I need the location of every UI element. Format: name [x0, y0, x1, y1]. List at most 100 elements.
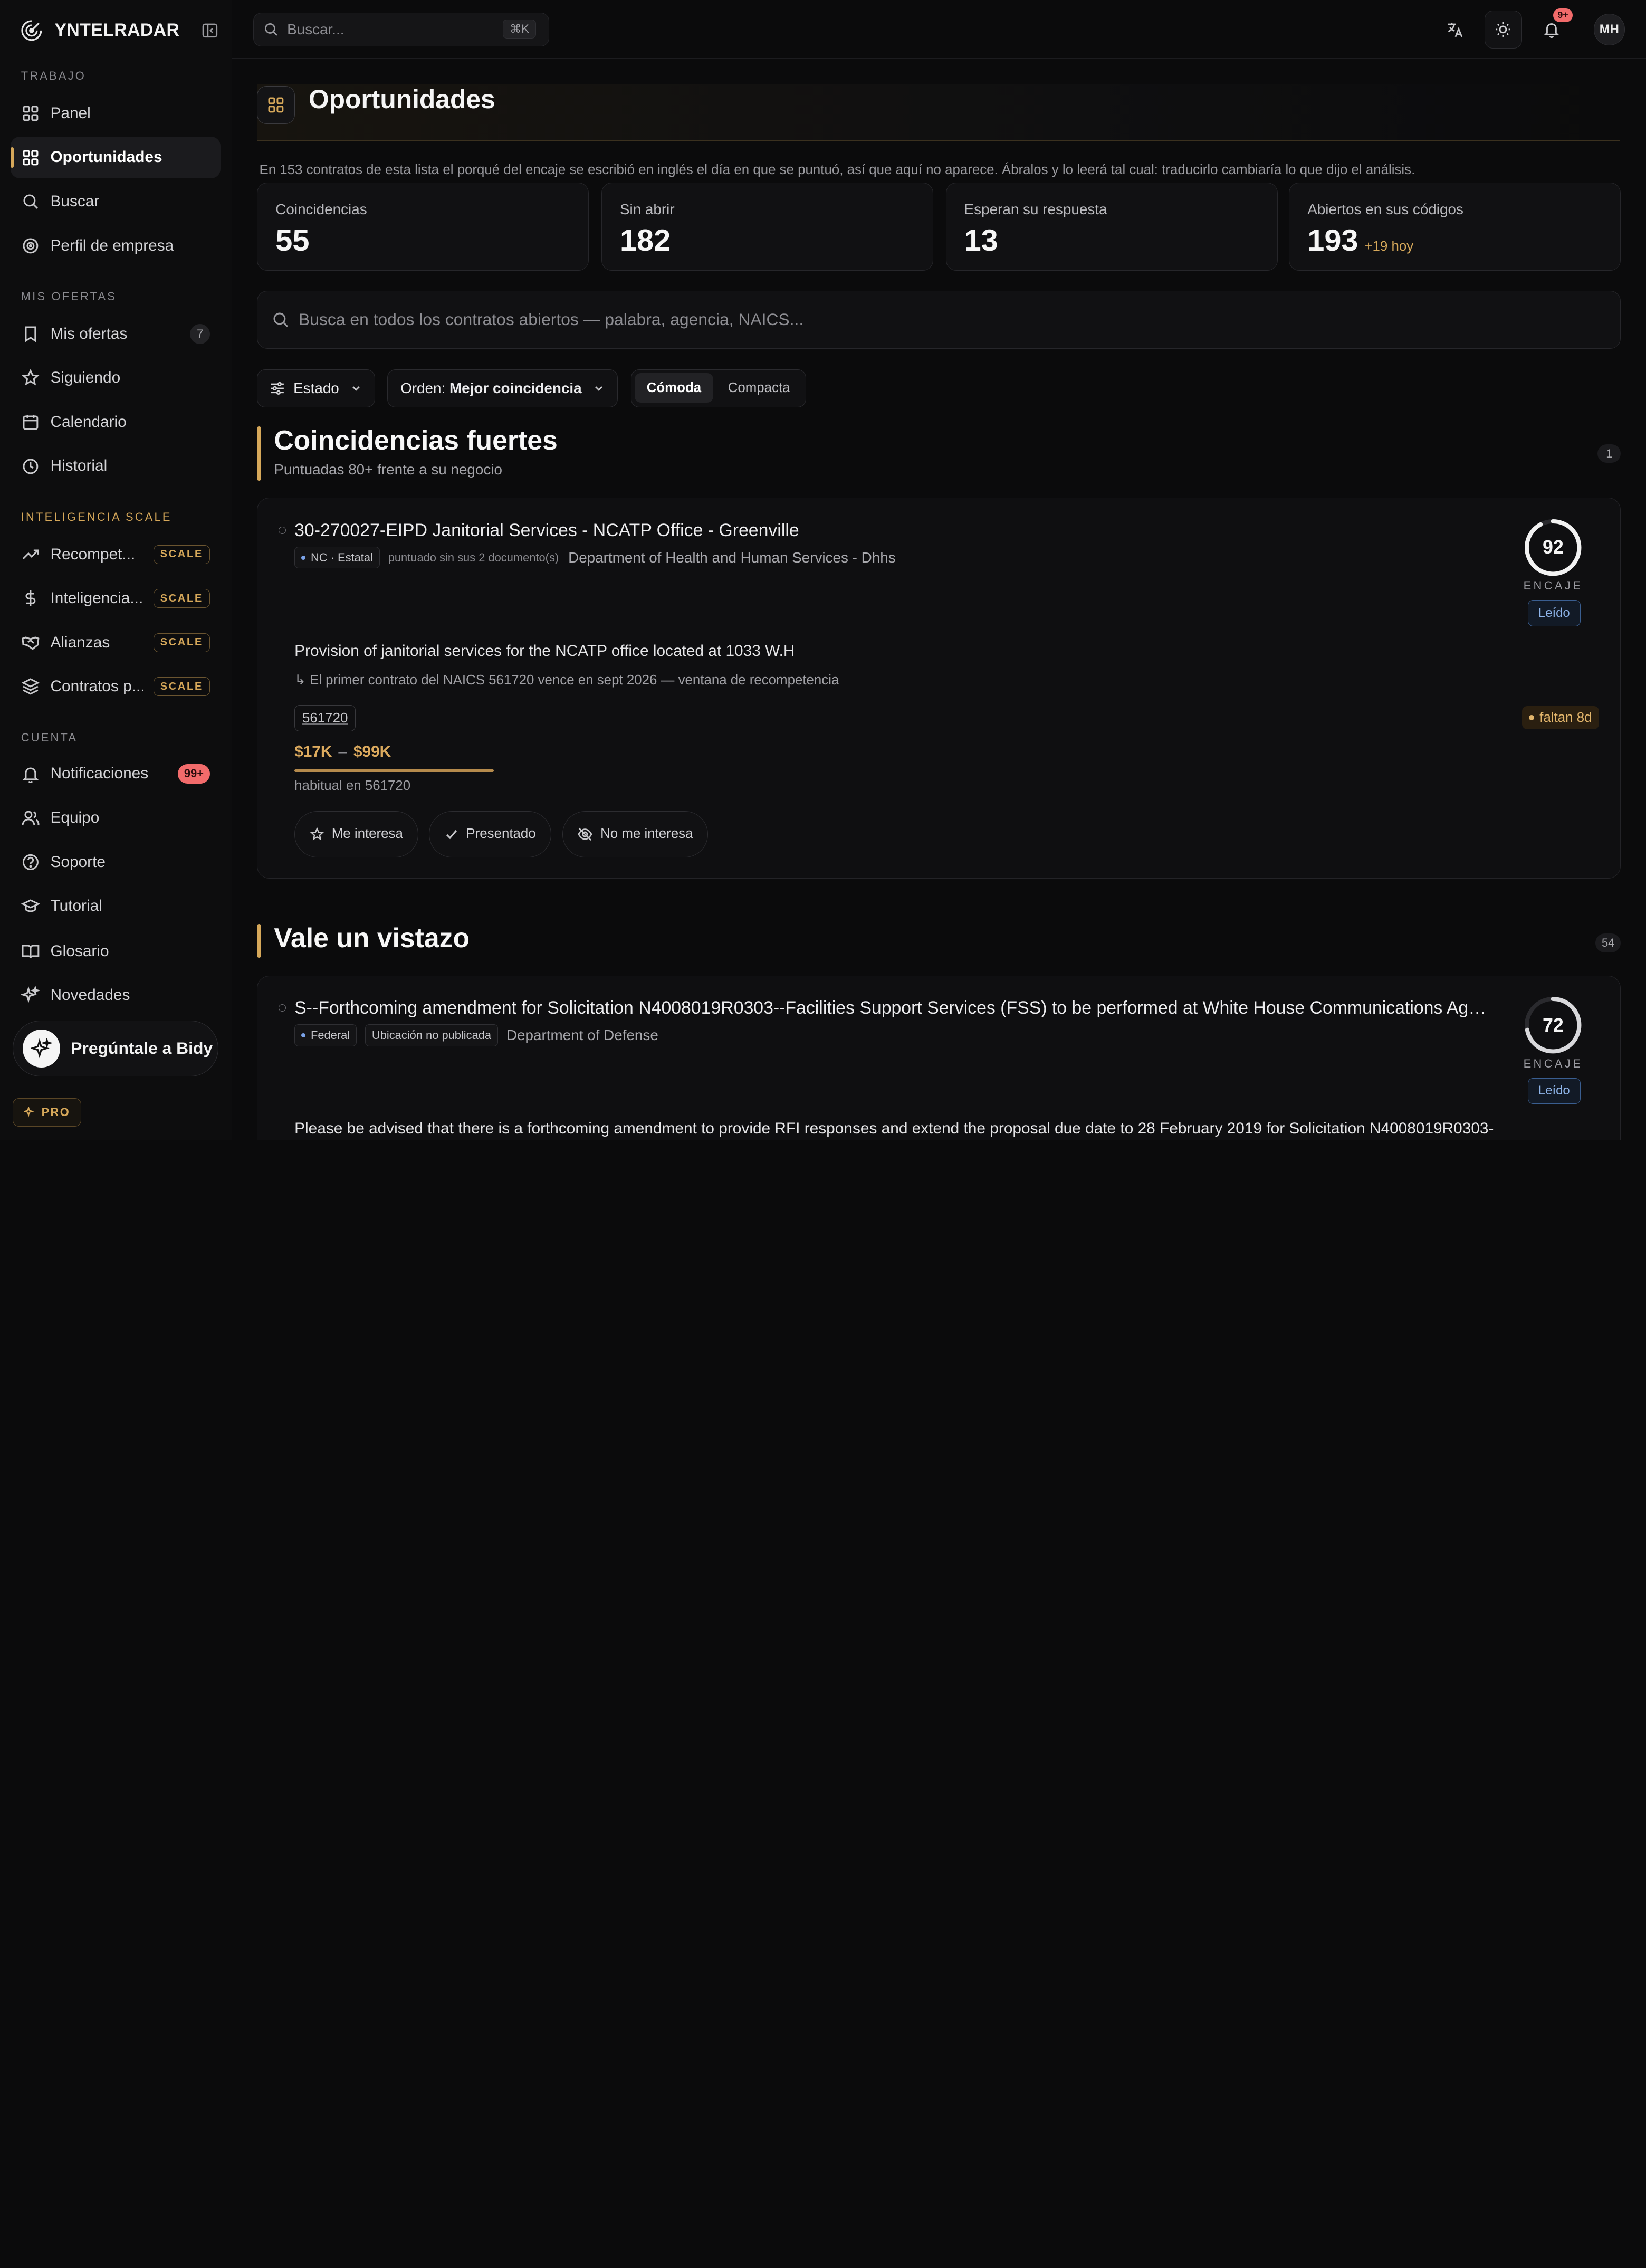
view-compact-option[interactable]: Compacta: [715, 373, 802, 403]
scale-tag: SCALE: [153, 545, 210, 564]
sparkle-icon: [23, 1107, 35, 1118]
location-chip: NC · Estatal: [294, 546, 380, 569]
opportunity-meta: Federal Ubicación no publicada Departmen…: [294, 1024, 658, 1046]
contracts-search-input[interactable]: Busca en todos los contratos abiertos — …: [257, 291, 1621, 349]
ask-bidy-button[interactable]: Pregúntale a Bidy: [12, 1021, 218, 1076]
stat-sin-abrir[interactable]: Sin abrir 182: [601, 183, 933, 271]
notifications-badge: 9+: [1553, 8, 1573, 22]
sidebar-item-label: Panel: [50, 104, 91, 122]
sidebar-item-label: Buscar: [50, 193, 100, 211]
star-icon: [21, 368, 40, 387]
stat-abiertos-codigos[interactable]: Abiertos en sus códigos 193 +19 hoy: [1289, 183, 1621, 271]
section-label-cuenta: CUENTA: [21, 730, 78, 744]
sidebar-item-label: Historial: [50, 457, 108, 475]
check-icon: [446, 830, 457, 840]
sidebar-item-buscar[interactable]: Buscar: [11, 180, 221, 223]
sidebar-item-soporte[interactable]: Soporte: [11, 841, 221, 883]
contracts-search-placeholder: Busca en todos los contratos abiertos — …: [299, 310, 804, 329]
sidebar-item-recompetencias[interactable]: Recompet... SCALE: [11, 533, 221, 576]
search-icon: [21, 192, 40, 211]
opportunity-description: Provision of janitorial services for the…: [294, 642, 795, 660]
book-icon: [21, 942, 40, 961]
sidebar-item-historial[interactable]: Historial: [11, 445, 221, 488]
opportunity-title[interactable]: 30-270027-EIPD Janitorial Services - NCA…: [294, 520, 799, 541]
unread-indicator: [279, 526, 286, 534]
not-interested-button[interactable]: No me interesa: [562, 811, 709, 857]
sidebar-item-glosario[interactable]: Glosario: [11, 930, 221, 973]
section-count: 54: [1595, 933, 1621, 952]
target-icon: [21, 236, 40, 255]
sidebar-item-label: Contratos p...: [50, 678, 145, 695]
chevron-down-icon: [595, 386, 602, 392]
status-badge: Leído: [1528, 600, 1581, 626]
deadline-dot: [1529, 715, 1535, 720]
sidebar-item-label: Mis ofertas: [50, 325, 128, 342]
sort-value: Mejor coincidencia: [449, 380, 582, 397]
brand[interactable]: YNTELRADAR: [19, 17, 218, 44]
fit-score-label: ENCAJE: [1523, 579, 1583, 593]
bell-icon: [21, 765, 40, 784]
sidebar-item-mis-ofertas[interactable]: Mis ofertas 7: [11, 313, 221, 355]
sidebar-item-perfil[interactable]: Perfil de empresa: [11, 225, 221, 267]
sidebar-item-alianzas[interactable]: Alianzas SCALE: [11, 622, 221, 664]
view-comfortable-option[interactable]: Cómoda: [634, 373, 714, 403]
sidebar-item-equipo[interactable]: Equipo: [11, 797, 221, 839]
scale-tag: SCALE: [153, 633, 210, 652]
naics-code[interactable]: 561720: [294, 705, 356, 731]
trend-icon: [21, 545, 40, 564]
stat-coincidencias[interactable]: Coincidencias 55: [257, 183, 589, 271]
unread-indicator: [279, 1004, 286, 1012]
stat-esperan-respuesta[interactable]: Esperan su respuesta 13: [945, 183, 1278, 271]
notifications-button[interactable]: 9+: [1533, 8, 1573, 49]
sidebar-item-notificaciones[interactable]: Notificaciones 99+: [11, 753, 221, 795]
deadline-badge: faltan 8d: [1521, 706, 1600, 729]
location-unpublished-chip: Ubicación no publicada: [365, 1024, 499, 1046]
sidebar-item-label: Novedades: [50, 986, 130, 1004]
recompete-hint: ↳ El primer contrato del NAICS 561720 ve…: [294, 673, 839, 688]
fit-score-value: 92: [1542, 537, 1564, 558]
search-icon: [265, 23, 278, 36]
sidebar-item-inteligencia[interactable]: Inteligencia... SCALE: [11, 577, 221, 620]
opportunity-card[interactable]: 30-270027-EIPD Janitorial Services - NCA…: [257, 498, 1621, 879]
fit-score: 72 ENCAJE: [1524, 996, 1582, 1070]
sidebar-item-label: Siguiendo: [50, 369, 121, 387]
page-header: Oportunidades: [257, 84, 1620, 141]
sidebar-item-siguiendo[interactable]: Siguiendo: [11, 357, 221, 399]
fit-score-label: ENCAJE: [1523, 1056, 1583, 1070]
theme-toggle-button[interactable]: [1484, 10, 1523, 49]
status-badge: Leído: [1528, 1078, 1581, 1104]
sidebar-item-novedades[interactable]: Novedades: [11, 975, 221, 1017]
opportunity-card[interactable]: S--Forthcoming amendment for Solicitatio…: [257, 975, 1621, 1140]
sidebar-collapse-icon[interactable]: [202, 22, 218, 39]
sidebar-item-calendario[interactable]: Calendario: [11, 401, 221, 443]
sidebar-item-panel[interactable]: Panel: [11, 92, 221, 135]
sidebar-item-oportunidades[interactable]: Oportunidades: [10, 136, 221, 179]
opportunity-title[interactable]: S--Forthcoming amendment for Solicitatio…: [294, 998, 1487, 1018]
handshake-icon: [21, 633, 40, 652]
interest-button[interactable]: Me interesa: [294, 811, 418, 857]
plan-badge[interactable]: PRO: [12, 1098, 82, 1127]
sidebar-item-label: Inteligencia...: [50, 589, 143, 607]
sidebar-item-label: Tutorial: [50, 897, 102, 915]
language-button[interactable]: [1436, 11, 1474, 49]
submitted-button[interactable]: Presentado: [428, 811, 551, 857]
stat-label: Abiertos en sus códigos: [1307, 201, 1463, 218]
section-accent-bar: [257, 924, 262, 958]
layers-icon: [21, 677, 40, 696]
sidebar-item-label: Glosario: [50, 942, 109, 960]
page-title: Oportunidades: [308, 84, 495, 115]
section-count: 1: [1597, 444, 1621, 463]
section-label-inteligencia: INTELIGENCIA SCALE: [21, 510, 172, 524]
user-avatar[interactable]: MH: [1593, 13, 1625, 45]
bookmark-icon: [21, 325, 40, 344]
global-search[interactable]: Buscar... ⌘K: [253, 12, 549, 46]
section-accent-bar: [257, 426, 262, 481]
agency-name: Department of Defense: [506, 1026, 658, 1043]
stat-value: 55: [275, 223, 310, 258]
estado-filter-button[interactable]: Estado: [257, 369, 376, 408]
sidebar-item-contratos[interactable]: Contratos p... SCALE: [11, 666, 221, 708]
sort-dropdown[interactable]: Orden: Mejor coincidencia: [387, 369, 618, 408]
sidebar-item-tutorial[interactable]: Tutorial: [11, 885, 221, 927]
bell-icon: [1544, 23, 1559, 38]
stat-label: Coincidencias: [275, 201, 367, 218]
